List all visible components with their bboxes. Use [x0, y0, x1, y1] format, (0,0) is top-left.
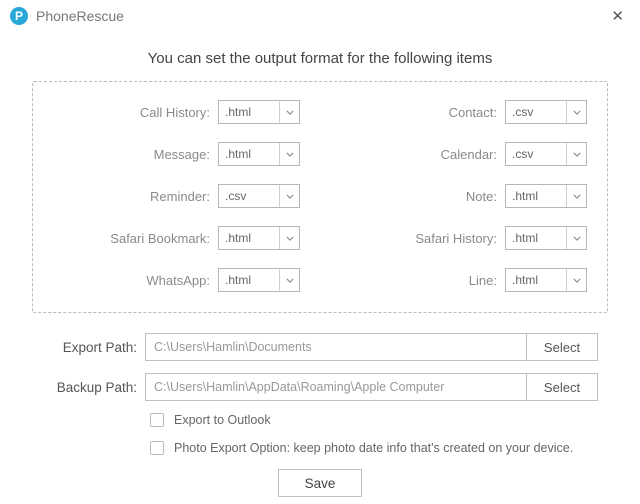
format-select[interactable]: .html — [505, 268, 587, 292]
format-select[interactable]: .csv — [505, 142, 587, 166]
export-path-input[interactable] — [145, 333, 526, 361]
chevron-down-icon — [279, 185, 299, 207]
photo-export-label: Photo Export Option: keep photo date inf… — [174, 441, 573, 455]
format-label: Contact: — [449, 105, 497, 120]
backup-path-input[interactable] — [145, 373, 526, 401]
format-label: Call History: — [140, 105, 210, 120]
chevron-down-icon — [566, 185, 586, 207]
format-select-value: .csv — [506, 147, 566, 161]
format-field: WhatsApp: .html — [53, 268, 300, 292]
format-select-value: .html — [219, 231, 279, 245]
format-field: Reminder: .csv — [53, 184, 300, 208]
format-select[interactable]: .csv — [505, 100, 587, 124]
chevron-down-icon — [279, 227, 299, 249]
export-outlook-checkbox[interactable] — [150, 413, 164, 427]
format-field: Safari Bookmark: .html — [53, 226, 300, 250]
export-outlook-option: Export to Outlook — [150, 413, 640, 427]
chevron-down-icon — [279, 269, 299, 291]
app-title: PhoneRescue — [36, 8, 124, 24]
backup-path-row: Backup Path: Select — [42, 373, 598, 401]
format-label: WhatsApp: — [146, 273, 210, 288]
format-field: Contact: .csv — [340, 100, 587, 124]
format-label: Calendar: — [441, 147, 497, 162]
format-field: Message: .html — [53, 142, 300, 166]
format-label: Safari History: — [415, 231, 497, 246]
close-icon[interactable]: ✕ — [605, 5, 630, 27]
format-label: Message: — [154, 147, 210, 162]
format-label: Note: — [466, 189, 497, 204]
format-select-value: .html — [219, 273, 279, 287]
format-select[interactable]: .html — [218, 100, 300, 124]
page-heading: You can set the output format for the fo… — [0, 50, 640, 67]
format-label: Safari Bookmark: — [110, 231, 210, 246]
format-settings-panel: Call History: .html Contact: .csv Message: .h… — [32, 81, 608, 313]
chevron-down-icon — [279, 101, 299, 123]
app-logo-icon: P — [10, 7, 28, 25]
format-select-value: .html — [506, 273, 566, 287]
chevron-down-icon — [566, 143, 586, 165]
format-select[interactable]: .html — [505, 184, 587, 208]
format-field: Line: .html — [340, 268, 587, 292]
options-section: Export to Outlook Photo Export Option: k… — [150, 413, 640, 455]
photo-export-option: Photo Export Option: keep photo date inf… — [150, 441, 640, 455]
format-select[interactable]: .csv — [218, 184, 300, 208]
format-select-value: .csv — [219, 189, 279, 203]
format-select-value: .csv — [506, 105, 566, 119]
format-select-value: .html — [506, 231, 566, 245]
format-field: Note: .html — [340, 184, 587, 208]
chevron-down-icon — [279, 143, 299, 165]
format-select[interactable]: .html — [218, 268, 300, 292]
title-bar: P PhoneRescue ✕ — [0, 0, 640, 32]
photo-export-checkbox[interactable] — [150, 441, 164, 455]
chevron-down-icon — [566, 101, 586, 123]
format-label: Reminder: — [150, 189, 210, 204]
format-label: Line: — [469, 273, 497, 288]
export-path-select-button[interactable]: Select — [526, 333, 598, 361]
export-path-row: Export Path: Select — [42, 333, 598, 361]
format-select-value: .html — [219, 105, 279, 119]
export-outlook-label: Export to Outlook — [174, 413, 271, 427]
backup-path-label: Backup Path: — [42, 380, 137, 395]
format-select-value: .html — [219, 147, 279, 161]
format-select[interactable]: .html — [218, 226, 300, 250]
export-path-label: Export Path: — [42, 340, 137, 355]
paths-section: Export Path: Select Backup Path: Select — [42, 333, 598, 401]
format-select-value: .html — [506, 189, 566, 203]
format-field: Call History: .html — [53, 100, 300, 124]
save-button[interactable]: Save — [278, 469, 362, 497]
format-field: Calendar: .csv — [340, 142, 587, 166]
format-select[interactable]: .html — [505, 226, 587, 250]
chevron-down-icon — [566, 269, 586, 291]
format-select[interactable]: .html — [218, 142, 300, 166]
backup-path-select-button[interactable]: Select — [526, 373, 598, 401]
chevron-down-icon — [566, 227, 586, 249]
format-field: Safari History: .html — [340, 226, 587, 250]
